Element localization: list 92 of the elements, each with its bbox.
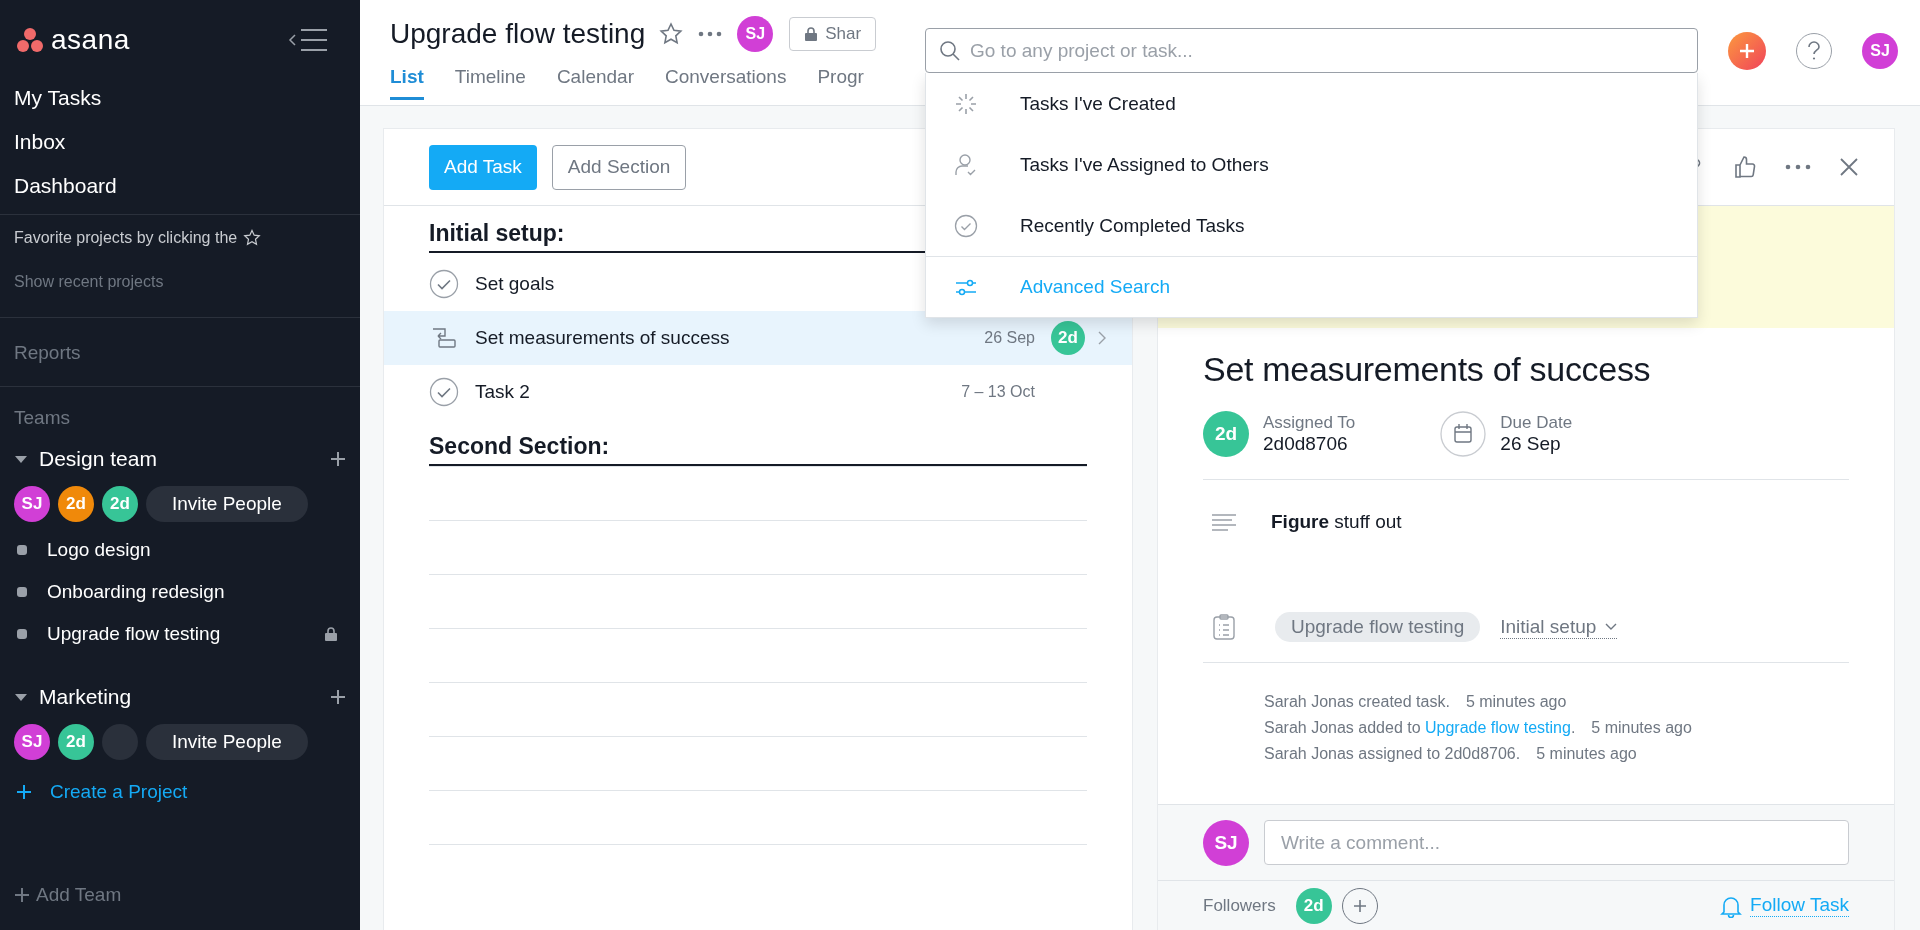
chevron-right-icon <box>1097 330 1107 346</box>
lock-icon <box>804 26 819 42</box>
task-name: Set measurements of success <box>475 327 730 349</box>
task-title: Set measurements of success <box>1203 350 1652 389</box>
avatar: SJ <box>14 724 50 760</box>
more-icon <box>1784 163 1812 171</box>
nav-link[interactable]: Dashboard <box>14 174 360 198</box>
plus-icon <box>16 784 32 800</box>
more-icon <box>697 30 724 38</box>
add-section-button[interactable]: Add Section <box>551 144 687 190</box>
activity-text: Sarah Jonas created task. <box>1264 693 1450 711</box>
plus-icon <box>1352 898 1367 913</box>
close-icon <box>1838 156 1860 178</box>
star-icon <box>659 22 684 46</box>
check-circle-icon <box>429 377 459 407</box>
chevron-down-icon <box>1605 622 1618 631</box>
avatar: 2d <box>58 724 94 760</box>
check-circle-icon <box>954 213 978 238</box>
check-circle-icon <box>429 269 459 299</box>
activity-text: Sarah Jonas added to Upgrade flow testing. <box>1264 719 1576 737</box>
create-project-link[interactable]: Create a Project <box>14 767 346 817</box>
plus-icon <box>330 689 346 705</box>
plus-icon <box>14 887 30 903</box>
clipboard-icon <box>1213 614 1235 640</box>
field-value[interactable]: 2d0d8706 <box>1263 433 1356 455</box>
tab[interactable]: Progr <box>817 66 864 100</box>
thumbs-up-icon <box>1732 154 1758 180</box>
avatar: 2d <box>1051 321 1085 355</box>
avatar: 2d <box>58 486 94 522</box>
share-button[interactable]: Shar <box>789 17 877 51</box>
logo-text: asana <box>51 23 130 56</box>
plus-icon <box>1739 43 1755 59</box>
section-dropdown[interactable]: Initial setup <box>1500 615 1618 639</box>
tab[interactable]: Calendar <box>556 66 634 100</box>
add-team-link[interactable]: Add Team <box>0 884 360 906</box>
project-tag[interactable]: Upgrade flow testing <box>1275 612 1481 642</box>
activity-text: Sarah Jonas assigned to 2d0d8706. <box>1264 745 1521 763</box>
show-recent-link[interactable]: Show recent projects <box>14 273 346 291</box>
task-row[interactable]: Set measurements of success 26 Sep 2d <box>384 311 1132 365</box>
followers-label: Followers <box>1203 895 1276 916</box>
person-check-icon <box>954 152 978 177</box>
logo-icon <box>16 26 44 53</box>
team-name[interactable]: Marketing <box>39 685 319 709</box>
avatar: 2d <box>1203 411 1249 457</box>
nav-link[interactable]: My Tasks <box>14 86 360 110</box>
help-button[interactable] <box>1796 33 1832 69</box>
field-value[interactable]: 26 Sep <box>1500 433 1573 455</box>
search-field[interactable]: Go to any project or task... <box>925 28 1698 73</box>
team-name[interactable]: Design team <box>39 447 319 471</box>
project-link[interactable]: Onboarding redesign <box>47 581 346 603</box>
star-icon <box>243 229 262 247</box>
task-name: Task 2 <box>475 381 530 403</box>
question-icon <box>1807 41 1821 61</box>
due-date: 26 Sep <box>984 329 1035 347</box>
project-link[interactable]: Logo design <box>47 539 346 561</box>
task-description[interactable]: Figure stuff out <box>1271 511 1402 533</box>
avatar: SJ <box>14 486 50 522</box>
reports-link[interactable]: Reports <box>14 342 346 364</box>
add-button[interactable] <box>1728 32 1766 70</box>
task-name: Set goals <box>475 273 555 295</box>
avatar: SJ <box>1203 819 1249 866</box>
text-lines-icon <box>1211 512 1237 532</box>
due-date: 7 – 13 Oct <box>961 383 1035 401</box>
timestamp: 5 minutes ago <box>1591 719 1692 737</box>
spinner-icon <box>954 91 978 116</box>
search-icon <box>939 40 961 62</box>
menu-item[interactable]: Tasks I've Created <box>926 73 1697 134</box>
avatar: SJ <box>737 16 774 52</box>
project-link[interactable]: Upgrade flow testing <box>47 623 305 645</box>
avatar: 2d <box>1295 887 1332 924</box>
field-label: Due Date <box>1500 413 1573 433</box>
comment-field[interactable]: Write a comment... <box>1264 820 1849 865</box>
teams-heading: Teams <box>14 407 71 429</box>
task-row[interactable]: Task 2 7 – 13 Oct <box>384 365 1132 419</box>
favorites-hint: Favorite projects by clicking the <box>14 229 238 247</box>
invite-button[interactable]: Invite People <box>146 486 308 522</box>
avatar: 2d <box>102 486 138 522</box>
tab[interactable]: List <box>390 66 424 100</box>
nav-link[interactable]: Inbox <box>14 130 360 154</box>
tab[interactable]: Timeline <box>454 66 526 100</box>
avatar: SJ <box>1862 33 1898 69</box>
field-label: Assigned To <box>1263 413 1356 433</box>
menu-icon <box>288 26 328 53</box>
calendar-icon <box>1440 411 1487 457</box>
menu-item[interactable]: Tasks I've Assigned to Others <box>926 134 1697 195</box>
section-heading: Second Section: <box>429 433 1087 466</box>
invite-button[interactable]: Invite People <box>146 724 308 760</box>
project-title: Upgrade flow testing <box>390 18 646 50</box>
tab[interactable]: Conversations <box>665 66 787 100</box>
plus-icon <box>330 451 346 467</box>
timestamp: 5 minutes ago <box>1536 745 1637 763</box>
timestamp: 5 minutes ago <box>1465 693 1567 711</box>
